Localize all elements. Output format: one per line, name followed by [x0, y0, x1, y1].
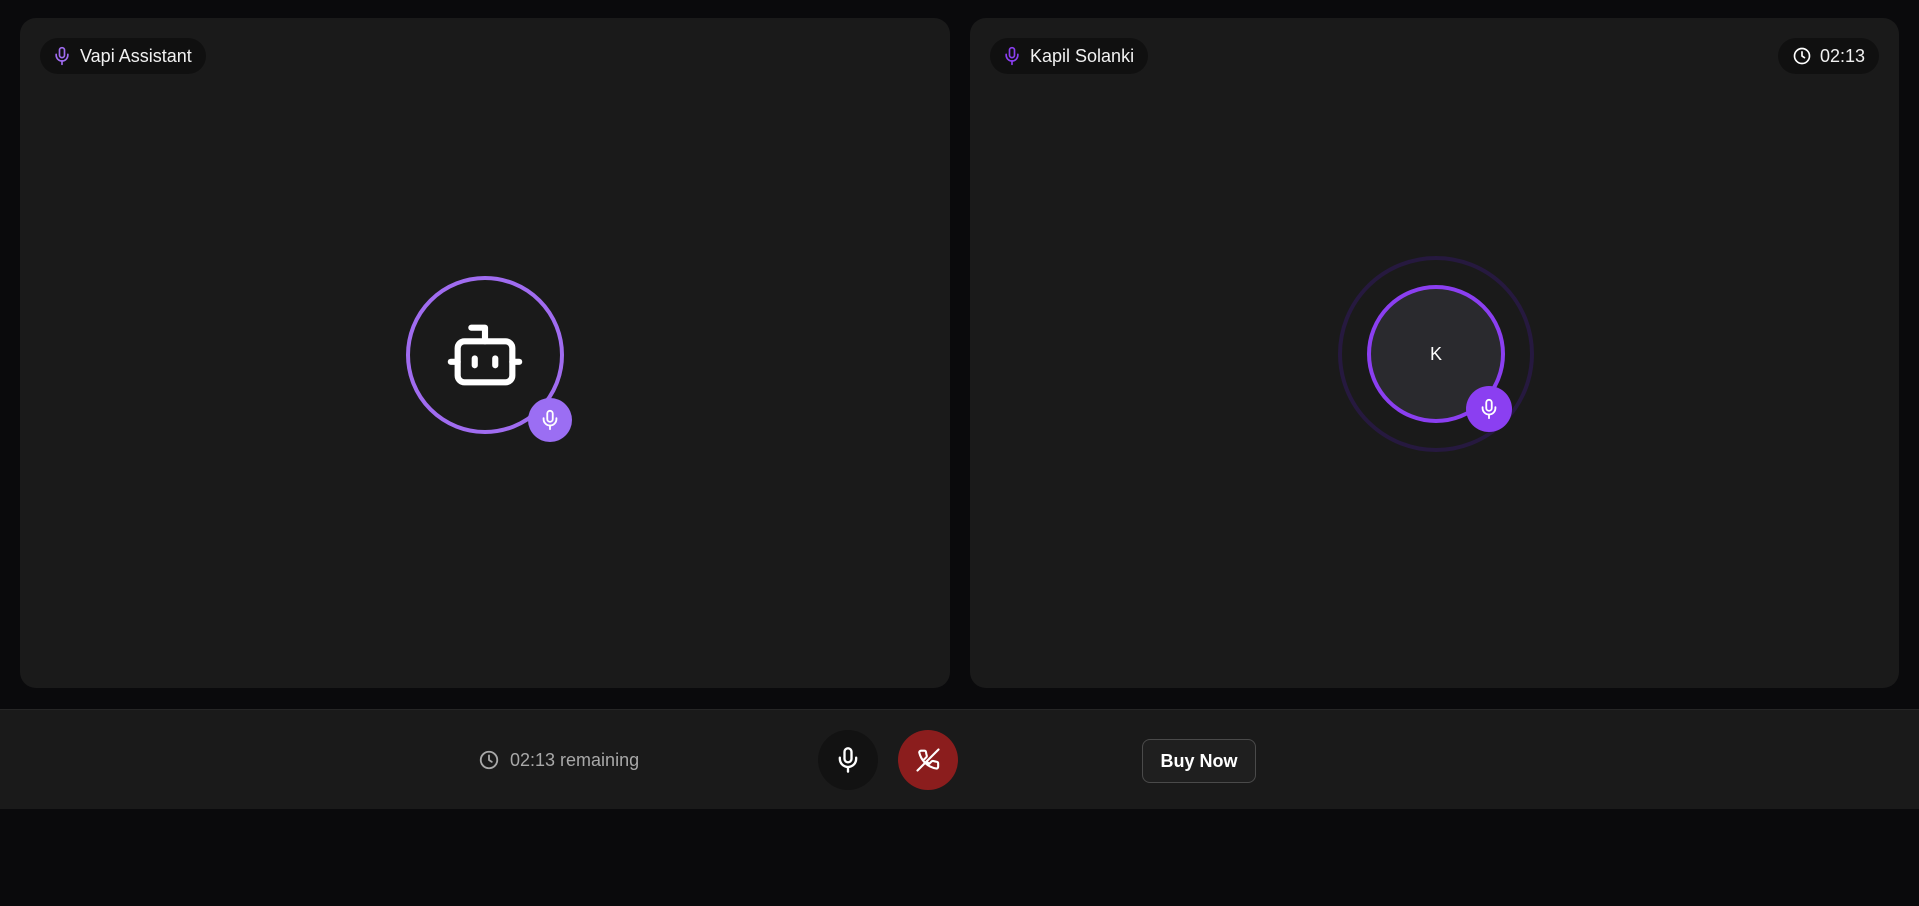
assistant-tile: Vapi Assistant [20, 18, 950, 688]
mic-icon [52, 46, 72, 66]
mute-button[interactable] [818, 730, 878, 790]
phone-off-icon [914, 746, 942, 774]
mic-icon [834, 746, 862, 774]
assistant-name: Vapi Assistant [80, 45, 192, 66]
clock-icon [1792, 46, 1812, 66]
bot-icon [444, 314, 526, 396]
assistant-mic-badge [528, 398, 572, 442]
time-remaining: 02:13 remaining [478, 710, 639, 810]
mic-icon [539, 409, 561, 431]
call-timer: 02:13 [1819, 45, 1865, 66]
user-name: Kapil Solanki [1030, 45, 1135, 66]
call-timer-pill: 02:13 [1777, 38, 1879, 74]
call-control-bar: 02:13 remaining Buy Now [0, 709, 1919, 809]
call-screen: Vapi Assistant Kapil Solanki 02:13 K 02:… [0, 0, 1919, 906]
buy-now-button[interactable]: Buy Now [1142, 739, 1256, 783]
mic-icon [1002, 46, 1022, 66]
mic-icon [1478, 398, 1500, 420]
user-name-pill: Kapil Solanki [990, 38, 1149, 74]
time-remaining-text: 02:13 remaining [510, 749, 640, 770]
end-call-button[interactable] [898, 730, 958, 790]
user-mic-badge [1466, 386, 1512, 432]
user-tile: Kapil Solanki 02:13 K [970, 18, 1899, 688]
clock-icon [478, 749, 500, 771]
user-initial: K [1429, 343, 1442, 364]
assistant-name-pill: Vapi Assistant [40, 38, 206, 74]
